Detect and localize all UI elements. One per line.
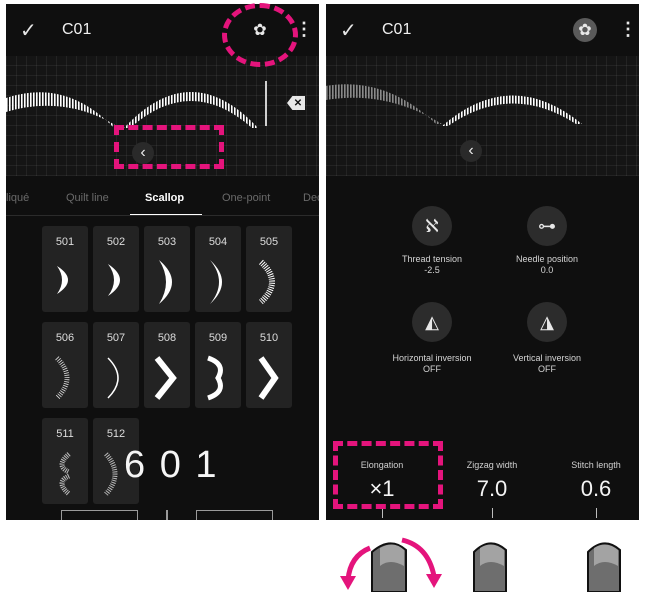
pattern-tile-507[interactable]: 507 (93, 322, 139, 408)
knob-icon (587, 542, 621, 592)
vertical-inversion-icon[interactable]: ◮ (527, 302, 567, 342)
vertical-inversion-value: OFF (538, 364, 556, 374)
pattern-tile-506[interactable]: 506 (42, 322, 88, 408)
top-bar: ✓ C01 ✿ ⋮ (326, 4, 639, 56)
scallop-stitch-right (124, 92, 258, 128)
pattern-tile-503[interactable]: 503 (144, 226, 190, 312)
tab-applique[interactable]: liqué (6, 192, 29, 204)
pattern-title: C01 (382, 21, 412, 38)
back-button-highlight (114, 125, 224, 169)
elongation-highlight (333, 441, 443, 509)
tab-scallop[interactable]: Scallop (145, 192, 184, 204)
divider (6, 215, 319, 216)
tab-dec[interactable]: Dec (303, 192, 319, 204)
zigzag-width-tick (492, 508, 493, 518)
tab-one-point[interactable]: One-point (222, 192, 270, 204)
zigzag-width-label: Zigzag width (466, 460, 518, 470)
vertical-inversion-label: Vertical inversion (512, 353, 582, 363)
frame-left (61, 510, 138, 520)
back-arrow-button[interactable]: ‹ (460, 140, 482, 162)
elongation-tick (382, 508, 383, 518)
knob-icon (473, 542, 507, 592)
horizontal-inversion-icon[interactable]: ◭ (412, 302, 452, 342)
pattern-tile-505[interactable]: 505 (246, 226, 292, 312)
pattern-number: 501 (55, 236, 75, 248)
zigzag-width-value[interactable]: 7.0 (442, 476, 542, 502)
check-icon[interactable]: ✓ (340, 18, 357, 43)
pattern-number: 508 (157, 332, 177, 344)
stitch-preview: ‹ (326, 56, 639, 176)
vertical-inversion-control: Vertical inversion OFF (477, 353, 617, 375)
scallop-stitch-right (442, 95, 582, 126)
pattern-number: 502 (106, 236, 126, 248)
knob-with-rotation-arrows (340, 537, 442, 592)
pattern-tile-502[interactable]: 502 (93, 226, 139, 312)
pattern-number: 506 (55, 332, 75, 344)
frame-mid (166, 510, 168, 520)
pattern-number: 511 (56, 428, 74, 440)
pattern-number: 509 (208, 332, 228, 344)
pattern-number: 507 (106, 332, 126, 344)
pattern-tile-508[interactable]: 508 (144, 322, 190, 408)
stitch-length-value[interactable]: 0.6 (546, 476, 639, 502)
pattern-tile-504[interactable]: 504 (195, 226, 241, 312)
pattern-title: C01 (62, 21, 92, 38)
settings-highlight (222, 3, 298, 67)
pattern-tile-511[interactable]: 511 (42, 418, 88, 504)
check-icon[interactable]: ✓ (20, 18, 37, 43)
scallop-stitch-left (6, 92, 120, 128)
pattern-number: 505 (259, 236, 279, 248)
needle-position-icon[interactable]: ⊶ (527, 206, 567, 246)
category-tabs: liqué Quilt line Scallop One-point Dec (6, 184, 319, 216)
stitch-length-tick (596, 508, 597, 518)
pattern-number-display: 6 0 1 (124, 444, 219, 486)
needle-position-label: Needle position (515, 254, 579, 264)
needle-position-value: 0.0 (540, 265, 554, 275)
pattern-number: 503 (157, 236, 177, 248)
pattern-tile-510[interactable]: 510 (246, 322, 292, 408)
pattern-tile-501[interactable]: 501 (42, 226, 88, 312)
stitch-length-label: Stitch length (571, 460, 621, 470)
pattern-number: 512 (106, 428, 126, 440)
gear-icon[interactable]: ✿ (573, 18, 597, 42)
scallop-stitch-left (326, 84, 442, 124)
more-menu-icon[interactable]: ⋮ (619, 19, 637, 40)
left-screen: ✓ C01 ✿ ⋮ ✕ ‹ liqué Quilt line Scallop O… (6, 4, 319, 520)
pattern-number: 510 (259, 332, 279, 344)
frame-right (196, 510, 273, 520)
pattern-tile-509[interactable]: 509 (195, 322, 241, 408)
thread-tension-icon[interactable]: ℵ (412, 206, 452, 246)
tab-quilt-line[interactable]: Quilt line (66, 192, 109, 204)
pattern-number: 504 (208, 236, 228, 248)
needle-position-control: Needle position 0.0 (477, 254, 617, 276)
cursor-line (265, 81, 267, 126)
